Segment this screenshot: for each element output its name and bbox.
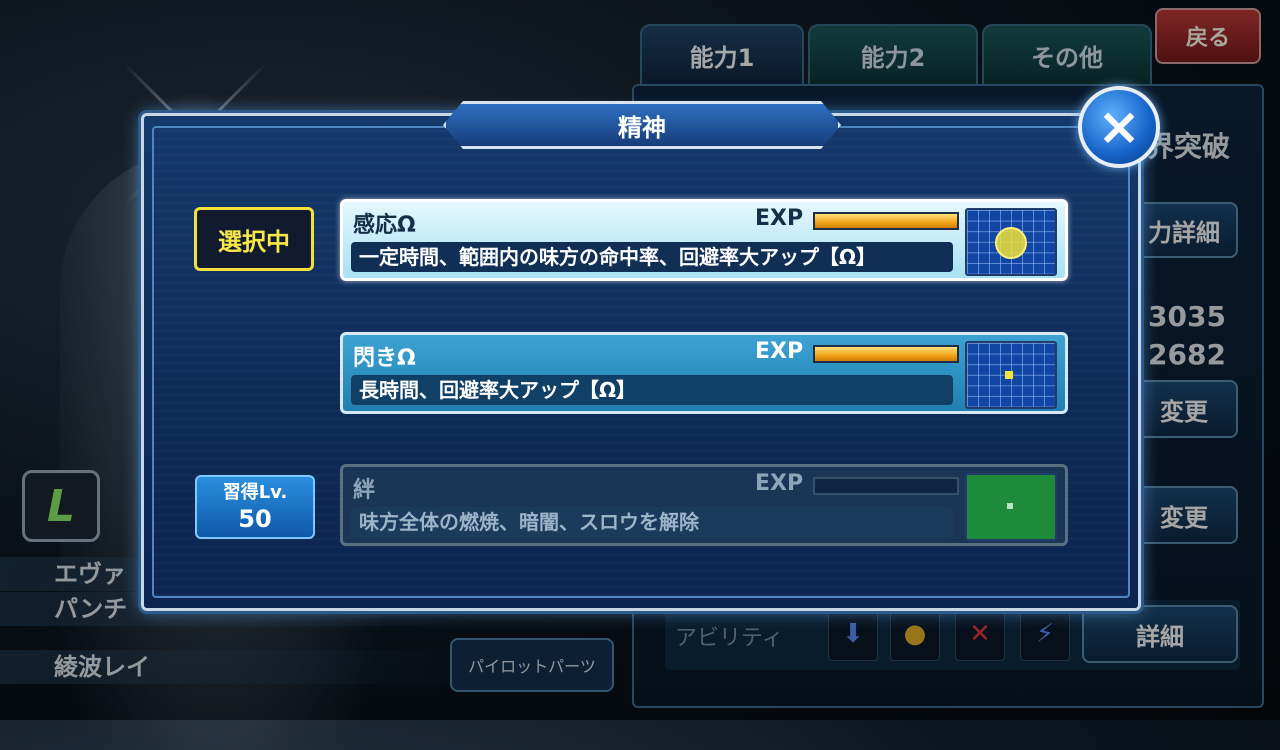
selected-badge: 選択中 (194, 207, 314, 271)
learn-level-value: 50 (238, 505, 272, 533)
exp-label: EXP (755, 471, 804, 496)
range-grid-icon (965, 473, 1057, 541)
skill-description: 一定時間、範囲内の味方の命中率、回避率大アップ【Ω】 (351, 242, 953, 272)
exp-bar (813, 477, 959, 495)
range-grid-icon (965, 208, 1057, 276)
range-target-icon (1005, 371, 1013, 379)
modal-title: 精神 (443, 101, 841, 149)
exp-label: EXP (755, 206, 804, 231)
range-grid-icon (965, 341, 1057, 409)
skill-description: 味方全体の燃焼、暗闇、スロウを解除 (351, 507, 953, 537)
skill-card[interactable]: 閃きΩ EXP 長時間、回避率大アップ【Ω】 (340, 332, 1068, 414)
skill-card-selected[interactable]: 感応Ω EXP 一定時間、範囲内の味方の命中率、回避率大アップ【Ω】 (340, 199, 1068, 281)
range-target-icon (1007, 503, 1013, 509)
learn-level-label: 習得Lv. (222, 482, 288, 503)
learn-level-badge: 習得Lv. 50 (195, 475, 315, 539)
range-target-icon (995, 227, 1027, 259)
exp-bar (813, 345, 959, 363)
exp-bar (813, 212, 959, 230)
skill-description: 長時間、回避率大アップ【Ω】 (351, 375, 953, 405)
skill-name: 感応Ω (353, 213, 416, 238)
exp-label: EXP (755, 339, 804, 364)
close-icon[interactable]: × (1078, 86, 1160, 168)
skill-name: 絆 (353, 478, 376, 503)
skill-card-locked[interactable]: 絆 EXP 味方全体の燃焼、暗闇、スロウを解除 (340, 464, 1068, 546)
skill-name: 閃きΩ (353, 346, 416, 371)
